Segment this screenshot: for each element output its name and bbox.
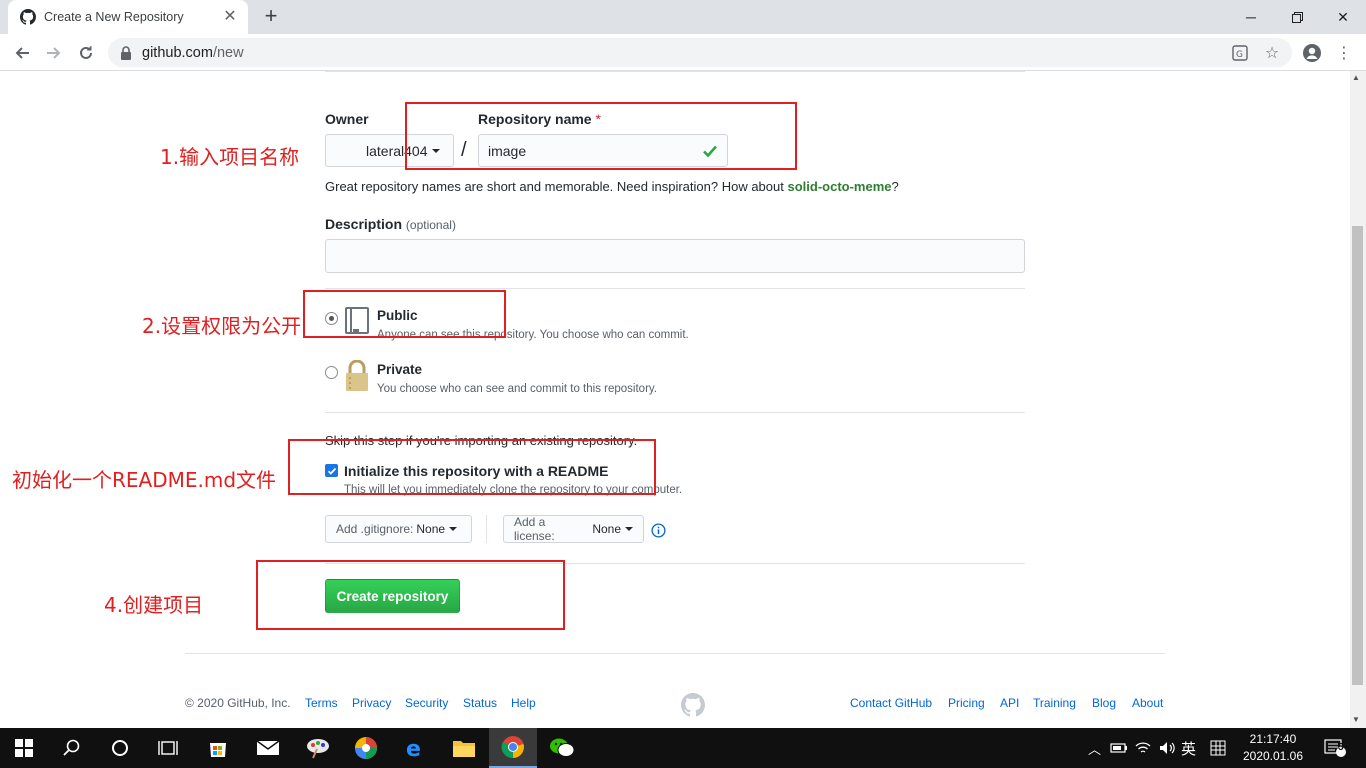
divider bbox=[486, 515, 487, 543]
restore-icon[interactable] bbox=[1274, 0, 1320, 34]
clock-date: 2020.01.06 bbox=[1242, 749, 1304, 763]
wechat-icon[interactable] bbox=[538, 728, 586, 768]
scrollbar-thumb[interactable] bbox=[1352, 226, 1363, 685]
svg-text:e: e bbox=[406, 737, 421, 759]
private-description: You choose who can see and commit to thi… bbox=[377, 383, 657, 395]
repo-name-hint: Great repository names are short and mem… bbox=[325, 179, 899, 194]
lock-icon bbox=[121, 45, 131, 60]
back-icon[interactable] bbox=[10, 41, 34, 65]
name-suggestion-link[interactable]: solid-octo-meme bbox=[787, 179, 891, 194]
annotation-step-2: 2.设置权限为公开 bbox=[142, 314, 302, 338]
notification-count: 5 bbox=[1338, 742, 1344, 753]
divider bbox=[325, 71, 1025, 72]
paint-app-icon[interactable] bbox=[294, 728, 342, 768]
footer-copyright: © 2020 GitHub, Inc. bbox=[185, 696, 291, 710]
footer-link-about[interactable]: About bbox=[1132, 696, 1163, 710]
footer-link-contact[interactable]: Contact GitHub bbox=[850, 696, 932, 710]
minimize-icon[interactable]: ─ bbox=[1228, 0, 1274, 34]
clock[interactable]: 21:17:40 2020.01.06 bbox=[1238, 731, 1308, 765]
annotation-box-visibility bbox=[303, 290, 506, 338]
description-label: Description (optional) bbox=[325, 216, 456, 232]
github-icon bbox=[20, 9, 36, 25]
footer-link-api[interactable]: API bbox=[1000, 696, 1019, 710]
footer-link-help[interactable]: Help bbox=[511, 696, 536, 710]
new-tab-icon[interactable]: + bbox=[260, 5, 282, 28]
caret-down-icon bbox=[449, 527, 458, 531]
annotation-step-4: 4.创建项目 bbox=[104, 593, 204, 617]
divider bbox=[325, 288, 1025, 289]
address-bar: github.com/new bbox=[0, 34, 1366, 71]
cortana-icon[interactable] bbox=[96, 728, 144, 768]
url-field[interactable]: github.com/new bbox=[108, 38, 1292, 67]
annotation-step-3: 初始化一个README.md文件 bbox=[12, 468, 277, 492]
github-logo-icon[interactable] bbox=[681, 693, 705, 717]
svg-text:G: G bbox=[1236, 50, 1243, 60]
description-input[interactable] bbox=[325, 239, 1025, 273]
edge-icon[interactable]: e bbox=[391, 728, 439, 768]
divider bbox=[325, 412, 1025, 413]
tab-strip: Create a New Repository ✕ + ─ ✕ bbox=[0, 0, 1366, 34]
taskbar: e ︿ 英 21:17:40 2020.01.06 5 bbox=[0, 728, 1366, 768]
gitignore-select[interactable]: Add .gitignore: None bbox=[325, 515, 472, 543]
footer-link-security[interactable]: Security bbox=[405, 696, 448, 710]
footer-link-privacy[interactable]: Privacy bbox=[352, 696, 391, 710]
clock-time: 21:17:40 bbox=[1249, 732, 1297, 746]
file-explorer-icon[interactable] bbox=[440, 728, 488, 768]
windows-start-icon[interactable] bbox=[0, 728, 48, 768]
footer-link-pricing[interactable]: Pricing bbox=[948, 696, 985, 710]
lock-icon bbox=[346, 360, 368, 391]
browser-menu-icon[interactable]: ⋮ bbox=[1333, 42, 1355, 64]
volume-icon[interactable] bbox=[1159, 728, 1177, 768]
task-view-icon[interactable] bbox=[144, 728, 192, 768]
footer-link-status[interactable]: Status bbox=[463, 696, 497, 710]
scroll-down-icon[interactable]: ▼ bbox=[1352, 715, 1360, 724]
page-content: Owner Repository name * lateral404 / ima… bbox=[0, 71, 1350, 728]
mail-icon[interactable] bbox=[244, 728, 292, 768]
ime-indicator[interactable]: 英 bbox=[1181, 728, 1196, 768]
private-title: Private bbox=[377, 362, 423, 377]
tab-title: Create a New Repository bbox=[44, 10, 184, 24]
annotation-box-readme bbox=[288, 439, 656, 495]
reload-icon[interactable] bbox=[74, 41, 98, 65]
wifi-icon[interactable] bbox=[1135, 728, 1151, 768]
notification-icon[interactable]: 5 bbox=[1324, 728, 1346, 768]
footer-divider bbox=[185, 653, 1165, 654]
browser-tab[interactable]: Create a New Repository ✕ bbox=[8, 0, 248, 34]
owner-label: Owner bbox=[325, 111, 369, 127]
chrome-taskbar-icon[interactable] bbox=[489, 728, 537, 768]
color-app-icon[interactable] bbox=[342, 728, 390, 768]
translate-icon[interactable]: G bbox=[1229, 42, 1251, 64]
tray-expand-icon[interactable]: ︿ bbox=[1088, 728, 1102, 768]
private-radio[interactable] bbox=[325, 366, 338, 379]
annotation-box-create bbox=[256, 560, 565, 630]
license-select[interactable]: Add a license: None bbox=[503, 515, 644, 543]
battery-icon[interactable] bbox=[1110, 728, 1128, 768]
scroll-up-icon[interactable]: ▲ bbox=[1352, 73, 1360, 82]
close-window-icon[interactable]: ✕ bbox=[1320, 0, 1366, 34]
annotation-box-repo-name bbox=[405, 102, 797, 170]
footer-link-terms[interactable]: Terms bbox=[305, 696, 338, 710]
url-text: github.com/new bbox=[142, 44, 244, 61]
annotation-step-1: 1.输入项目名称 bbox=[160, 145, 300, 169]
caret-down-icon bbox=[625, 527, 633, 531]
footer-link-blog[interactable]: Blog bbox=[1092, 696, 1116, 710]
profile-avatar-icon[interactable] bbox=[1301, 42, 1323, 64]
footer-link-training[interactable]: Training bbox=[1033, 696, 1076, 710]
info-icon[interactable] bbox=[651, 523, 666, 538]
forward-icon[interactable] bbox=[42, 41, 66, 65]
store-icon[interactable] bbox=[194, 728, 242, 768]
bookmark-star-icon[interactable]: ☆ bbox=[1261, 42, 1283, 64]
search-icon[interactable] bbox=[48, 728, 96, 768]
ime-keyboard-icon[interactable] bbox=[1210, 728, 1226, 768]
close-tab-icon[interactable]: ✕ bbox=[222, 9, 238, 25]
